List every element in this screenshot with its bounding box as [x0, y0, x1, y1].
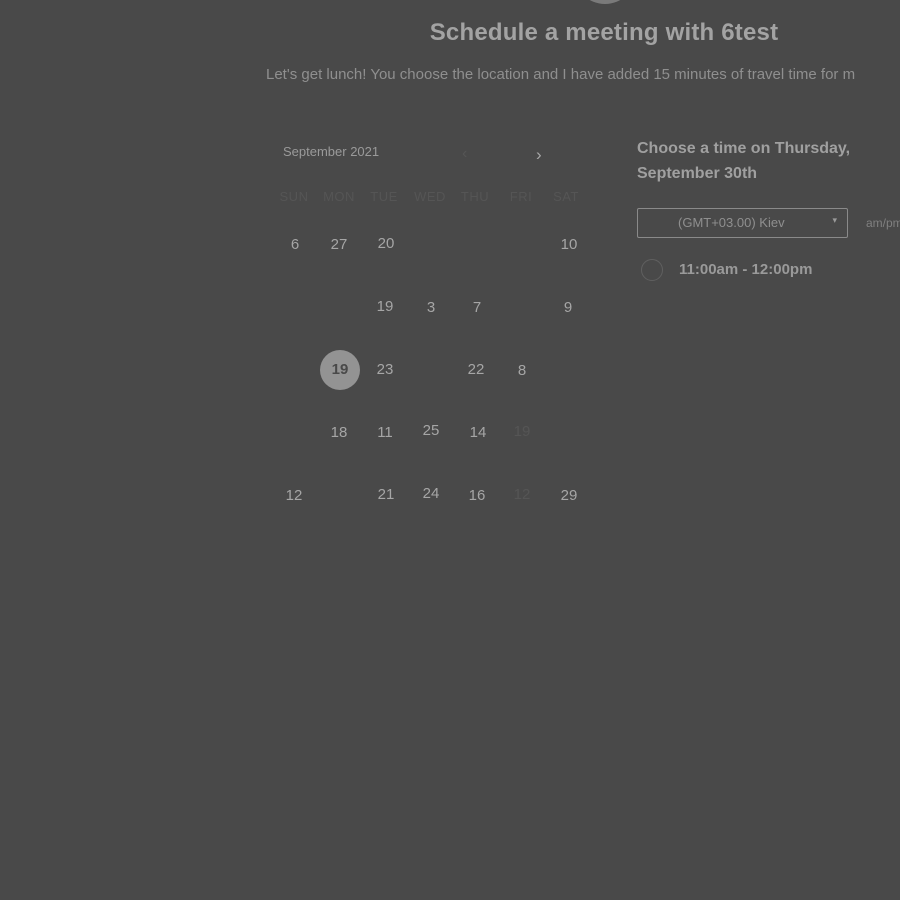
- calendar-day[interactable]: 16: [457, 476, 497, 516]
- timezone-value: (GMT+03.00) Kiev: [678, 215, 785, 230]
- time-format-toggle[interactable]: am/pm: [866, 216, 900, 230]
- calendar-day[interactable]: 3: [411, 288, 451, 328]
- time-slot-option[interactable]: 11:00am - 12:00pm: [640, 258, 860, 284]
- chevron-down-icon: ▾: [832, 215, 837, 225]
- calendar-day[interactable]: 12: [274, 476, 314, 516]
- calendar-day[interactable]: 19: [365, 287, 405, 327]
- time-slot-label: 11:00am - 12:00pm: [679, 261, 813, 278]
- calendar-day[interactable]: 21: [366, 475, 406, 515]
- prev-month-icon: ‹: [462, 145, 468, 162]
- calendar-day-disabled: 12: [513, 486, 531, 503]
- calendar-day[interactable]: 25: [411, 411, 451, 451]
- weekday-mon: MON: [323, 189, 355, 204]
- timezone-select[interactable]: (GMT+03.00) Kiev ▾: [637, 208, 848, 238]
- calendar-day[interactable]: 18: [319, 413, 359, 453]
- calendar-day-selected[interactable]: 19: [320, 350, 360, 390]
- weekday-tue: TUE: [370, 189, 398, 204]
- calendar-day[interactable]: 14: [458, 413, 498, 453]
- weekday-sat: SAT: [553, 189, 579, 204]
- calendar-day[interactable]: 7: [457, 288, 497, 328]
- meeting-description: Let's get lunch! You choose the location…: [266, 66, 856, 83]
- calendar-day-disabled: 19: [513, 423, 531, 440]
- weekday-thu: THU: [460, 189, 490, 204]
- calendar-day[interactable]: 22: [456, 350, 496, 390]
- radio-button[interactable]: [641, 259, 663, 281]
- page-title: Schedule a meeting with 6test: [429, 19, 779, 46]
- calendar-day[interactable]: 24: [411, 474, 451, 514]
- calendar-day[interactable]: 20: [366, 224, 406, 264]
- host-avatar: [574, 0, 636, 4]
- calendar-day[interactable]: 6: [275, 225, 315, 265]
- calendar-day[interactable]: 29: [549, 476, 589, 516]
- calendar-day[interactable]: 10: [549, 225, 589, 265]
- time-picker-heading: Choose a time on Thursday, September 30t…: [637, 140, 851, 182]
- calendar-day[interactable]: 11: [365, 413, 405, 453]
- calendar-day[interactable]: 9: [548, 288, 588, 328]
- calendar-day[interactable]: 23: [365, 350, 405, 390]
- calendar-day[interactable]: 8: [502, 351, 542, 391]
- weekday-wed: WED: [414, 189, 446, 204]
- calendar-day[interactable]: 27: [319, 225, 359, 265]
- weekday-sun: SUN: [279, 189, 309, 204]
- calendar-month-label: September 2021: [283, 144, 380, 159]
- weekday-fri: FRI: [509, 189, 533, 204]
- next-month-icon[interactable]: ›: [536, 145, 542, 165]
